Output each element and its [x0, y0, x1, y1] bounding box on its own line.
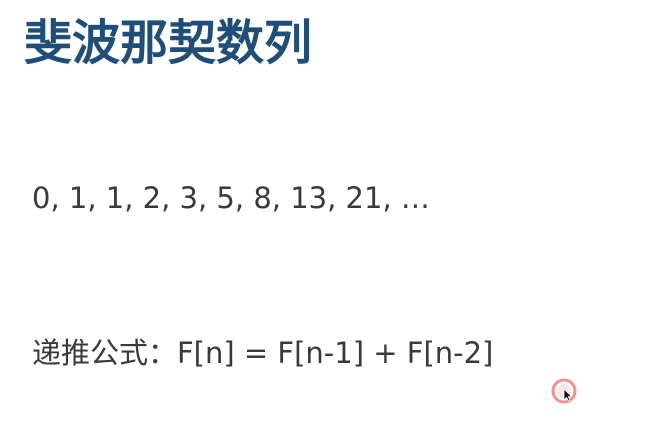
- fibonacci-sequence: 0, 1, 1, 2, 3, 5, 8, 13, 21, …: [32, 181, 430, 215]
- mouse-pointer-icon: [551, 378, 577, 404]
- slide: 斐波那契数列 0, 1, 1, 2, 3, 5, 8, 13, 21, … 递推…: [0, 0, 651, 430]
- slide-title: 斐波那契数列: [24, 15, 313, 71]
- recurrence-formula: 递推公式：F[n] = F[n-1] + F[n-2]: [32, 336, 494, 370]
